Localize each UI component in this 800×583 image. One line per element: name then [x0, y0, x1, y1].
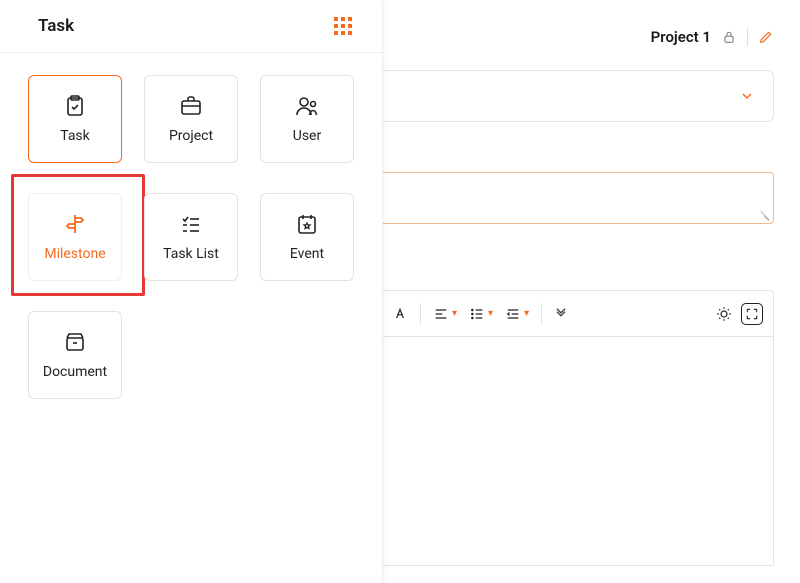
user-icon: [295, 94, 319, 118]
tile-user[interactable]: User: [260, 75, 354, 163]
toolbar-list-button[interactable]: ▾: [465, 302, 497, 326]
toolbar-align-button[interactable]: ▾: [429, 302, 461, 326]
tile-label: Task List: [163, 246, 219, 262]
divider: [747, 28, 748, 46]
picker-header: Task: [0, 0, 382, 53]
signpost-icon: [63, 212, 87, 236]
tile-grid: Task Project: [0, 53, 382, 421]
main-header: Project 1: [383, 20, 774, 70]
tile-task[interactable]: Task: [28, 75, 122, 163]
picker-title: Task: [38, 16, 74, 36]
toolbar-text-color-button[interactable]: [388, 302, 412, 326]
tile-project[interactable]: Project: [144, 75, 238, 163]
toolbar-theme-button[interactable]: [711, 301, 737, 327]
chevron-down-icon: ▾: [452, 308, 457, 319]
checklist-icon: [179, 212, 203, 236]
toolbar-more-button[interactable]: [550, 303, 572, 325]
tile-label: Document: [43, 364, 107, 380]
tile-event[interactable]: Event: [260, 193, 354, 281]
toolbar-fullscreen-button[interactable]: [741, 303, 763, 325]
resize-handle-icon[interactable]: [759, 209, 771, 221]
briefcase-icon: [179, 94, 203, 118]
item-type-picker: Task Task: [0, 0, 383, 583]
tile-label: User: [293, 128, 321, 144]
chevron-down-icon: ▾: [524, 308, 529, 319]
tile-label: Event: [290, 246, 324, 262]
tile-label: Project: [169, 128, 213, 144]
tile-milestone[interactable]: Milestone: [28, 193, 122, 281]
apps-grid-icon[interactable]: [334, 17, 352, 35]
chevron-down-icon: ▾: [488, 308, 493, 319]
clipboard-check-icon: [63, 94, 87, 118]
chevron-down-icon: [739, 88, 755, 104]
calendar-star-icon: [295, 212, 319, 236]
project-name: Project 1: [651, 28, 711, 46]
editor-toolbar: ▾ ▾ ▾: [377, 290, 774, 336]
box-icon: [63, 330, 87, 354]
editor-body[interactable]: [377, 336, 774, 566]
main-content: Project 1: [383, 0, 800, 583]
tile-task-list[interactable]: Task List: [144, 193, 238, 281]
textarea-field[interactable]: [377, 172, 774, 224]
toolbar-outdent-button[interactable]: ▾: [501, 302, 533, 326]
tile-label: Milestone: [44, 246, 105, 262]
toolbar-separator: [420, 303, 421, 325]
lock-icon: [721, 29, 737, 45]
edit-icon[interactable]: [758, 29, 774, 45]
dropdown-field[interactable]: [377, 70, 774, 122]
toolbar-separator: [541, 303, 542, 325]
tile-label: Task: [60, 128, 90, 144]
tile-document[interactable]: Document: [28, 311, 122, 399]
